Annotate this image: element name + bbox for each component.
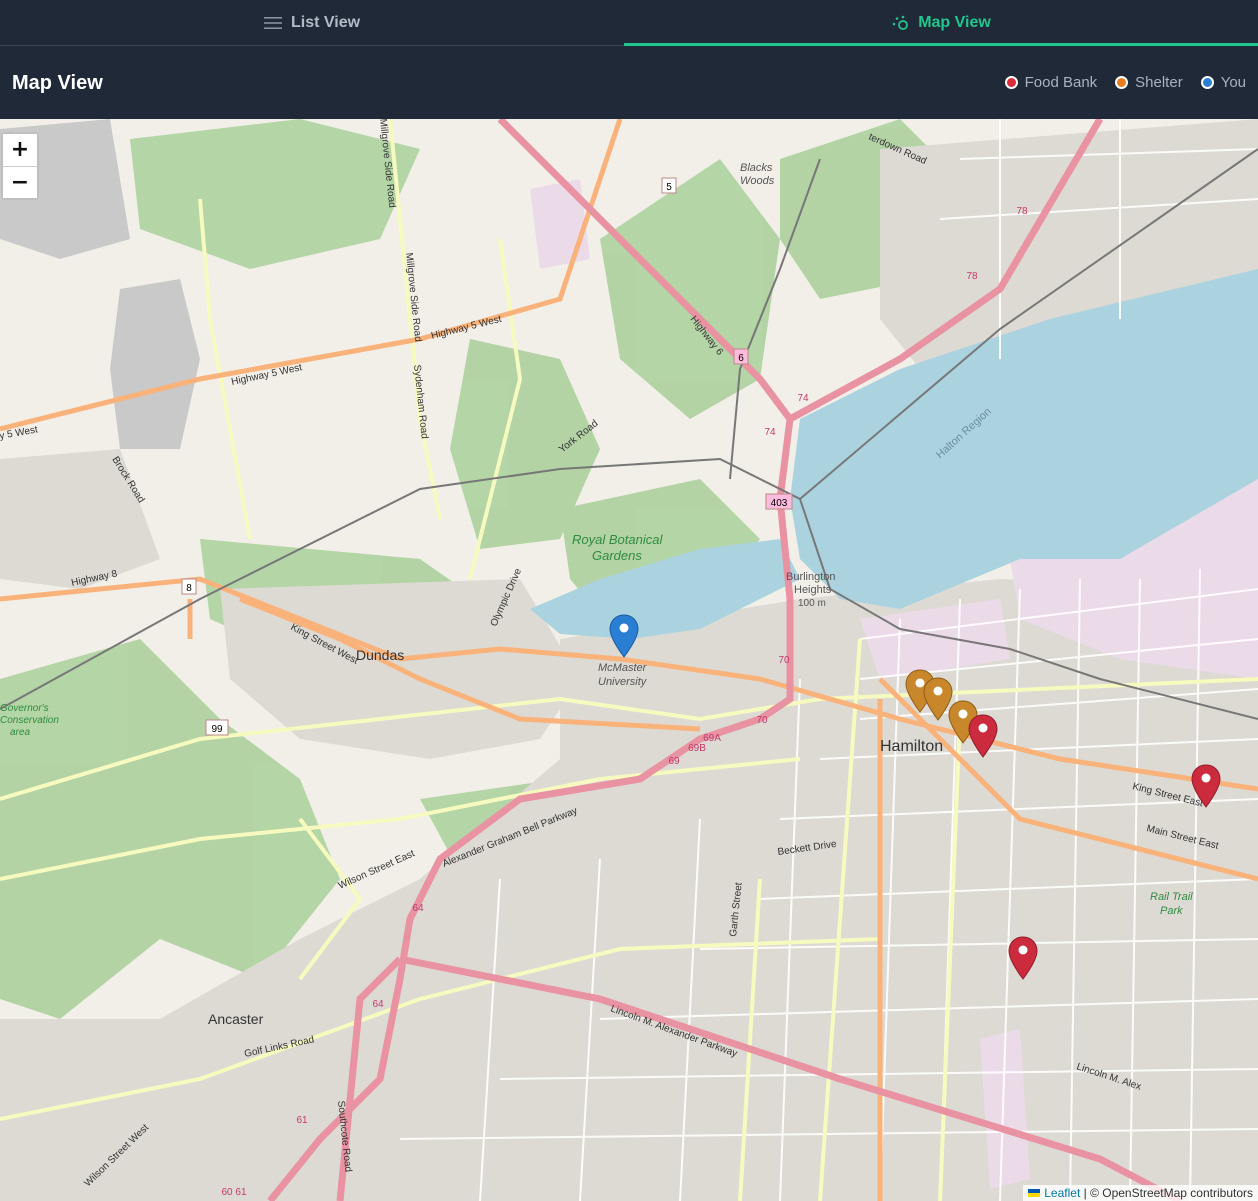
shield-6: 6 xyxy=(738,353,744,364)
shield-8: 8 xyxy=(186,583,192,594)
page-title: Map View xyxy=(12,72,103,94)
view-tabs: List View Map View xyxy=(0,0,1258,46)
label-royal-botanical: Royal Botanical xyxy=(572,532,663,547)
label-governors-3: area xyxy=(10,727,30,738)
legend-shelter: Shelter xyxy=(1115,74,1183,91)
legend-food-bank: Food Bank xyxy=(1004,74,1098,91)
label-rail-trail: Rail Trail xyxy=(1150,891,1193,903)
shield-78: 78 xyxy=(1016,206,1028,217)
legend-food-bank-label: Food Bank xyxy=(1024,74,1098,91)
label-heights-elev: 100 m xyxy=(798,598,826,609)
legend-you-label: You xyxy=(1220,74,1246,91)
tab-list-view[interactable]: List View xyxy=(0,0,624,45)
shield-74: 74 xyxy=(797,393,809,404)
shield-69: 69 xyxy=(668,756,680,767)
label-governors-1: Governor's xyxy=(0,703,49,714)
zoom-in-button[interactable]: + xyxy=(3,134,37,166)
osm-credit: OpenStreetMap contributors xyxy=(1102,1186,1253,1200)
shield-99: 99 xyxy=(211,724,223,735)
shield-60-61: 60 61 xyxy=(221,1187,246,1198)
zoom-out-button[interactable]: − xyxy=(3,166,37,198)
shield-64: 64 xyxy=(412,903,424,914)
shield-74b: 74 xyxy=(764,427,776,438)
shield-69b: 69B xyxy=(688,743,706,754)
shield-61: 61 xyxy=(296,1115,308,1126)
label-sydenham: Sydenham Road xyxy=(411,364,430,439)
legend-shelter-label: Shelter xyxy=(1135,74,1183,91)
leaflet-link[interactable]: Leaflet xyxy=(1044,1186,1080,1200)
map-pins-icon xyxy=(891,15,909,31)
zoom-controls: + − xyxy=(1,132,39,200)
label-university: University xyxy=(598,676,648,688)
legend-you: You xyxy=(1200,74,1246,91)
shelter-dot-icon xyxy=(1115,76,1129,89)
label-hamilton: Hamilton xyxy=(880,738,943,755)
shield-70: 70 xyxy=(778,655,790,666)
label-dundas: Dundas xyxy=(356,647,404,663)
you-marker-icon[interactable] xyxy=(609,614,639,658)
you-dot-icon xyxy=(1200,76,1214,89)
label-governors-2: Conservation xyxy=(0,715,59,726)
label-woods: Woods xyxy=(740,175,775,187)
list-icon xyxy=(263,15,282,31)
label-mcmaster: McMaster xyxy=(598,662,648,674)
shield-5: 5 xyxy=(666,182,672,193)
food-bank-marker-1-icon[interactable] xyxy=(968,714,998,758)
label-hwy5w-2: Highway 5 West xyxy=(430,314,503,342)
shield-70b: 70 xyxy=(756,715,768,726)
shield-64b: 64 xyxy=(372,999,384,1010)
label-burlington: Burlington xyxy=(786,571,836,583)
ukraine-flag-icon xyxy=(1028,1189,1041,1197)
tab-list-label: List View xyxy=(290,13,361,31)
map-attribution: Leaflet | © OpenStreetMap contributors xyxy=(1023,1185,1258,1201)
food-bank-dot-icon xyxy=(1004,76,1018,89)
label-heights: Heights xyxy=(794,584,832,596)
shield-403: 403 xyxy=(771,498,788,509)
label-ancaster: Ancaster xyxy=(208,1011,264,1027)
attribution-separator: | © xyxy=(1080,1186,1103,1200)
tab-map-label: Map View xyxy=(918,13,991,31)
label-gardens: Gardens xyxy=(592,548,642,563)
shield-78b: 78 xyxy=(966,271,978,282)
label-wilson-e: Wilson Street East xyxy=(337,848,417,892)
map-canvas[interactable]: Hamilton Dundas Ancaster Royal Botanical… xyxy=(0,119,1258,1201)
map-header: Map View Food Bank Shelter You xyxy=(0,46,1258,119)
map-legend: Food Bank Shelter You xyxy=(1004,74,1246,91)
map-tiles: Hamilton Dundas Ancaster Royal Botanical… xyxy=(0,119,1258,1201)
label-park: Park xyxy=(1160,905,1183,917)
label-blacks: Blacks xyxy=(740,162,773,174)
food-bank-marker-3-icon[interactable] xyxy=(1008,936,1038,980)
tab-map-view[interactable]: Map View xyxy=(624,0,1258,46)
food-bank-marker-2-icon[interactable] xyxy=(1191,764,1221,808)
